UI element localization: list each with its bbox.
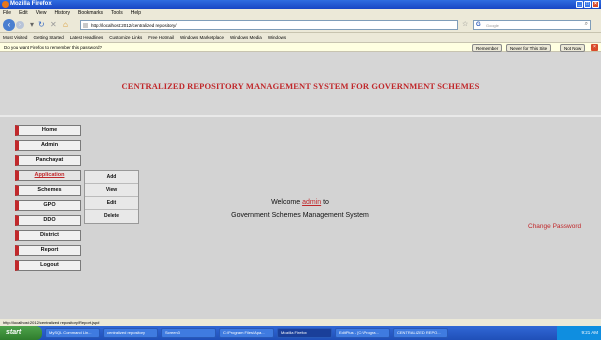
page-favicon-icon: [83, 23, 88, 28]
welcome-line-1: Welcome admin to: [170, 196, 430, 209]
window-controls: _ □ ×: [576, 1, 599, 8]
side-menu: Home Admin Panchayat Application Schemes…: [15, 125, 81, 275]
task-centralized-repo[interactable]: CENTRALIZED REPO...: [393, 328, 448, 338]
task-editplus[interactable]: EditPlus - [C:\Progra...: [335, 328, 390, 338]
welcome-line-2: Government Schemes Management System: [231, 212, 369, 219]
task-screen3[interactable]: Screen3: [161, 328, 216, 338]
menu-history[interactable]: History: [54, 10, 70, 16]
task-mozilla-firefox[interactable]: Mozilla Firefox: [277, 328, 332, 338]
minimize-icon[interactable]: _: [576, 1, 583, 8]
bookmarks-toolbar: Most Visited Getting Started Latest Head…: [0, 33, 601, 42]
url-bar[interactable]: http://localhost:2012/centralized reposi…: [80, 20, 458, 30]
menu-home[interactable]: Home: [15, 125, 81, 136]
maximize-icon[interactable]: □: [584, 1, 591, 8]
task-centralized-repository[interactable]: centralized repository: [103, 328, 158, 338]
status-text: http://localhost:2012/centralized reposi…: [3, 320, 100, 325]
submenu-delete[interactable]: Delete: [85, 210, 138, 223]
forward-button[interactable]: ›: [16, 21, 24, 29]
close-icon[interactable]: ×: [592, 1, 599, 8]
bookmark-most-visited[interactable]: Most Visited: [3, 35, 27, 40]
menu-panchayat[interactable]: Panchayat: [15, 155, 81, 166]
welcome-message: Welcome admin to Government Schemes Mana…: [170, 196, 430, 222]
task-mysql[interactable]: MySQL Command Lin...: [45, 328, 100, 338]
menu-logout[interactable]: Logout: [15, 260, 81, 271]
firefox-icon: [2, 1, 9, 8]
window-titlebar: Mozilla Firefox _ □ ×: [0, 0, 601, 9]
task-program-files[interactable]: C:\Program Files\Apa...: [219, 328, 274, 338]
remember-button[interactable]: Remember: [472, 44, 503, 52]
menu-report[interactable]: Report: [15, 245, 81, 256]
home-icon[interactable]: ⌂: [63, 20, 68, 30]
system-tray-clock: 9:21 AM: [557, 326, 601, 340]
welcome-suffix: to: [323, 199, 329, 206]
menu-file[interactable]: File: [3, 10, 11, 16]
page-content: CENTRALIZED REPOSITORY MANAGEMENT SYSTEM…: [0, 52, 601, 319]
url-text: http://localhost:2012/centralized reposi…: [91, 23, 177, 28]
site-header: CENTRALIZED REPOSITORY MANAGEMENT SYSTEM…: [0, 52, 601, 117]
bookmark-free-hotmail[interactable]: Free Hotmail: [148, 35, 174, 40]
menu-schemes[interactable]: Schemes: [15, 185, 81, 196]
application-submenu: Add View Edit Delete: [84, 170, 139, 224]
submenu-add[interactable]: Add: [85, 171, 138, 184]
menu-district[interactable]: District: [15, 230, 81, 241]
welcome-prefix: Welcome: [271, 199, 301, 206]
menu-tools[interactable]: Tools: [111, 10, 123, 16]
back-button[interactable]: ‹: [3, 19, 15, 31]
submenu-view[interactable]: View: [85, 184, 138, 197]
windows-taskbar: start MySQL Command Lin... centralized r…: [0, 326, 601, 340]
bookmark-customize-links[interactable]: Customize Links: [109, 35, 142, 40]
menu-edit[interactable]: Edit: [19, 10, 28, 16]
menu-gpo[interactable]: GPO: [15, 200, 81, 211]
menu-admin[interactable]: Admin: [15, 140, 81, 151]
bookmark-star-icon[interactable]: ☆: [462, 20, 468, 28]
stop-icon[interactable]: ✕: [50, 20, 57, 30]
password-notification-bar: Do you want Firefox to remember this pas…: [0, 42, 601, 52]
bookmark-windows-media[interactable]: Windows Media: [230, 35, 262, 40]
dropdown-arrow-icon[interactable]: ▾: [30, 20, 34, 30]
search-input[interactable]: G Google ⌕: [473, 20, 591, 30]
status-bar: http://localhost:2012/centralized reposi…: [0, 319, 601, 326]
start-button[interactable]: start: [0, 326, 42, 340]
search-icon[interactable]: ⌕: [585, 21, 588, 28]
menu-bookmarks[interactable]: Bookmarks: [78, 10, 103, 16]
change-password-link[interactable]: Change Password: [528, 223, 581, 230]
bookmark-windows-marketplace[interactable]: Windows Marketplace: [180, 35, 224, 40]
window-title: Mozilla Firefox: [10, 1, 52, 7]
menu-view[interactable]: View: [36, 10, 47, 16]
close-notification-icon[interactable]: ×: [591, 44, 598, 51]
not-now-button[interactable]: Not Now: [560, 44, 586, 52]
bookmark-getting-started[interactable]: Getting Started: [33, 35, 63, 40]
notification-text: Do you want Firefox to remember this pas…: [4, 45, 103, 50]
menu-ddo[interactable]: DDO: [15, 215, 81, 226]
google-icon[interactable]: G: [476, 22, 481, 28]
reload-icon[interactable]: ↻: [38, 20, 45, 30]
site-title: CENTRALIZED REPOSITORY MANAGEMENT SYSTEM…: [121, 81, 480, 91]
submenu-edit[interactable]: Edit: [85, 197, 138, 210]
search-placeholder: Google: [486, 23, 499, 28]
never-for-this-site-button[interactable]: Never for This Site: [506, 44, 552, 52]
menu-help[interactable]: Help: [131, 10, 141, 16]
bookmark-windows[interactable]: Windows: [268, 35, 286, 40]
menu-bar: File Edit View History Bookmarks Tools H…: [0, 9, 601, 17]
bookmark-latest-headlines[interactable]: Latest Headlines: [70, 35, 104, 40]
admin-user-link[interactable]: admin: [302, 199, 321, 206]
menu-application[interactable]: Application: [15, 170, 81, 181]
navigation-toolbar: ‹ › ▾ ↻ ✕ ⌂ http://localhost:2012/centra…: [0, 17, 601, 33]
